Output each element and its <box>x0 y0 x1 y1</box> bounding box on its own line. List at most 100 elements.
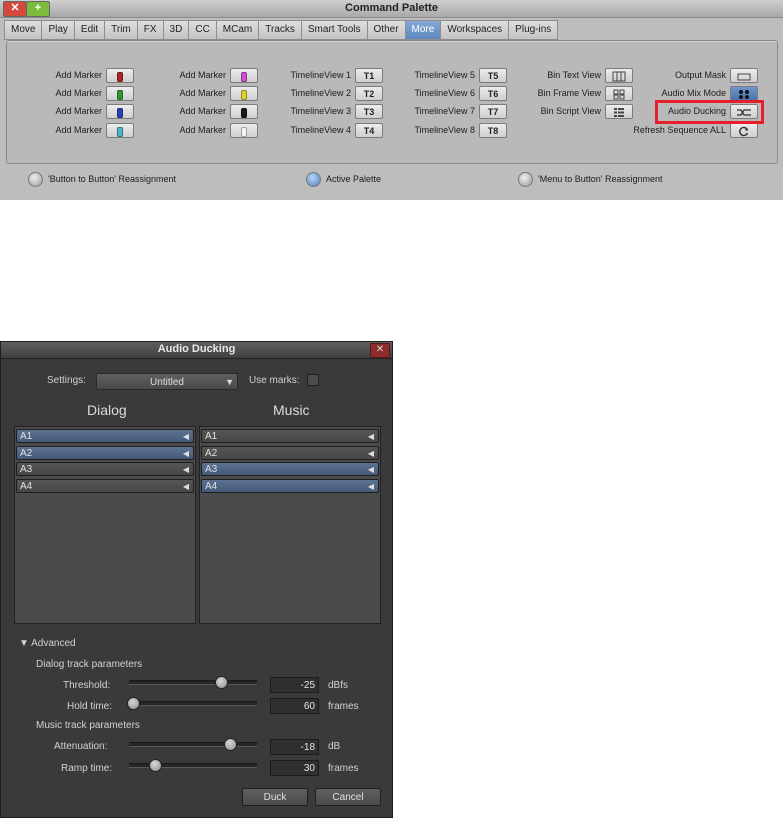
tab-tracks[interactable]: Tracks <box>258 20 301 40</box>
add-marker-magenta-button[interactable] <box>230 68 258 83</box>
add-marker-red-button[interactable] <box>106 68 134 83</box>
tab-mcam[interactable]: MCam <box>215 20 259 40</box>
refresh-sequence-label: Refresh Sequence ALL <box>633 125 726 135</box>
use-marks-checkbox[interactable] <box>307 374 319 386</box>
timelineview-3-button[interactable]: T3 <box>355 104 383 119</box>
timelineview-label: TimelineView 7 <box>414 106 475 116</box>
marker-icon <box>117 126 123 137</box>
tab-other[interactable]: Other <box>366 20 405 40</box>
audio-mix-mode-button[interactable] <box>730 86 758 101</box>
tab-edit[interactable]: Edit <box>73 20 105 40</box>
track-row[interactable]: A2 ◀ <box>201 445 379 460</box>
output-mask-label: Output Mask <box>674 70 726 80</box>
marker-icon <box>117 107 123 118</box>
radio-label: 'Button to Button' Reassignment <box>48 173 177 184</box>
track-row[interactable]: A1 ◀ <box>16 429 194 443</box>
attenuation-slider[interactable] <box>129 738 257 751</box>
speaker-icon: ◀ <box>367 481 374 491</box>
radio-label: Active Palette <box>326 173 382 184</box>
timelineview-1-button[interactable]: T1 <box>355 68 383 83</box>
track-row[interactable]: A1 ◀ <box>201 429 379 443</box>
timelineview-8-button[interactable]: T8 <box>479 123 507 138</box>
track-row[interactable]: A2 ◀ <box>16 445 194 460</box>
music-track-list: A1 ◀ A2 ◀ A3 ◀ A4 ◀ <box>199 426 381 624</box>
radio-label: 'Menu to Button' Reassignment <box>538 173 663 184</box>
add-marker-label: Add Marker <box>179 106 226 116</box>
advanced-disclosure[interactable]: ▼ Advanced <box>19 638 76 649</box>
slider-thumb[interactable] <box>215 676 229 689</box>
bin-script-view-button[interactable] <box>605 104 633 119</box>
tab-smart-tools[interactable]: Smart Tools <box>300 20 367 40</box>
tab-trim[interactable]: Trim <box>104 20 137 40</box>
add-marker-green-button[interactable] <box>106 86 134 101</box>
settings-value: Untitled <box>150 377 184 388</box>
threshold-value-field[interactable]: -25 <box>270 677 319 693</box>
bin-text-view-button[interactable] <box>605 68 633 83</box>
bin-frame-view-button[interactable] <box>605 86 633 101</box>
active-palette-option[interactable]: Active Palette <box>306 172 381 187</box>
settings-dropdown[interactable]: Untitled ▼ <box>96 373 238 390</box>
cancel-button[interactable]: Cancel <box>315 788 381 806</box>
track-row[interactable]: A3 ◀ <box>201 462 379 476</box>
output-mask-icon <box>737 73 751 81</box>
tab-more[interactable]: More <box>404 20 441 40</box>
timelineview-5-button[interactable]: T5 <box>479 68 507 83</box>
track-name: A2 <box>205 447 218 459</box>
ramp-time-value-field[interactable]: 30 <box>270 760 319 776</box>
add-marker-blue-button[interactable] <box>106 104 134 119</box>
threshold-slider[interactable] <box>129 676 257 689</box>
threshold-label: Threshold: <box>63 680 111 691</box>
bin-text-view-label: Bin Text View <box>547 70 601 80</box>
add-marker-black-button[interactable] <box>230 104 258 119</box>
radio-off[interactable] <box>518 172 533 187</box>
attenuation-value-field[interactable]: -18 <box>270 739 319 755</box>
marker-icon <box>117 89 123 100</box>
add-marker-label: Add Marker <box>55 70 102 80</box>
track-row[interactable]: A4 ◀ <box>201 478 379 493</box>
slider-thumb[interactable] <box>148 759 162 772</box>
slider-thumb[interactable] <box>224 738 238 751</box>
slider-thumb[interactable] <box>126 697 140 710</box>
hold-time-value-field[interactable]: 60 <box>270 698 319 714</box>
timelineview-2-button[interactable]: T2 <box>355 86 383 101</box>
radio-off[interactable] <box>28 172 43 187</box>
attenuation-unit: dB <box>328 741 341 752</box>
use-marks-label: Use marks: <box>249 375 300 386</box>
tab-workspaces[interactable]: Workspaces <box>440 20 509 40</box>
add-marker-white-button[interactable] <box>230 123 258 138</box>
tab-play[interactable]: Play <box>41 20 74 40</box>
tab-move[interactable]: Move <box>4 20 42 40</box>
timelineview-6-button[interactable]: T6 <box>479 86 507 101</box>
dialog-track-list: A1 ◀ A2 ◀ A3 ◀ A4 ◀ <box>14 426 196 624</box>
bin-frame-view-icon <box>613 89 625 100</box>
duck-button[interactable]: Duck <box>242 788 308 806</box>
hold-time-unit: frames <box>328 701 359 712</box>
menu-to-button-reassignment-option[interactable]: 'Menu to Button' Reassignment <box>518 172 663 187</box>
refresh-sequence-button[interactable] <box>730 123 758 138</box>
radio-on[interactable] <box>306 172 321 187</box>
button-to-button-reassignment-option[interactable]: 'Button to Button' Reassignment <box>28 172 176 187</box>
timelineview-7-button[interactable]: T7 <box>479 104 507 119</box>
dialog-close-button[interactable]: ✕ <box>370 343 390 358</box>
audio-mix-mode-icon <box>739 90 749 100</box>
command-palette-tabs: Move Play Edit Trim FX 3D CC MCam Tracks Smart To… <box>4 20 559 40</box>
timelineview-4-button[interactable]: T4 <box>355 123 383 138</box>
timelineview-label: TimelineView 8 <box>414 125 475 135</box>
output-mask-button[interactable] <box>730 68 758 83</box>
ramp-time-label: Ramp time: <box>61 763 113 774</box>
timelineview-label: TimelineView 3 <box>290 106 351 116</box>
tab-cc[interactable]: CC <box>188 20 216 40</box>
tab-plug-ins[interactable]: Plug-ins <box>508 20 559 40</box>
hold-time-slider[interactable] <box>126 697 257 710</box>
add-marker-cyan-button[interactable] <box>106 123 134 138</box>
bin-text-view-icon <box>612 71 626 82</box>
track-row[interactable]: A3 ◀ <box>16 462 194 476</box>
add-marker-yellow-button[interactable] <box>230 86 258 101</box>
ramp-time-slider[interactable] <box>129 759 257 772</box>
disclosure-triangle-icon: ▼ <box>19 638 29 649</box>
add-marker-label: Add Marker <box>179 70 226 80</box>
track-row[interactable]: A4 ◀ <box>16 478 194 493</box>
tab-fx[interactable]: FX <box>136 20 163 40</box>
tab-3d[interactable]: 3D <box>162 20 189 40</box>
track-name: A1 <box>20 431 33 442</box>
